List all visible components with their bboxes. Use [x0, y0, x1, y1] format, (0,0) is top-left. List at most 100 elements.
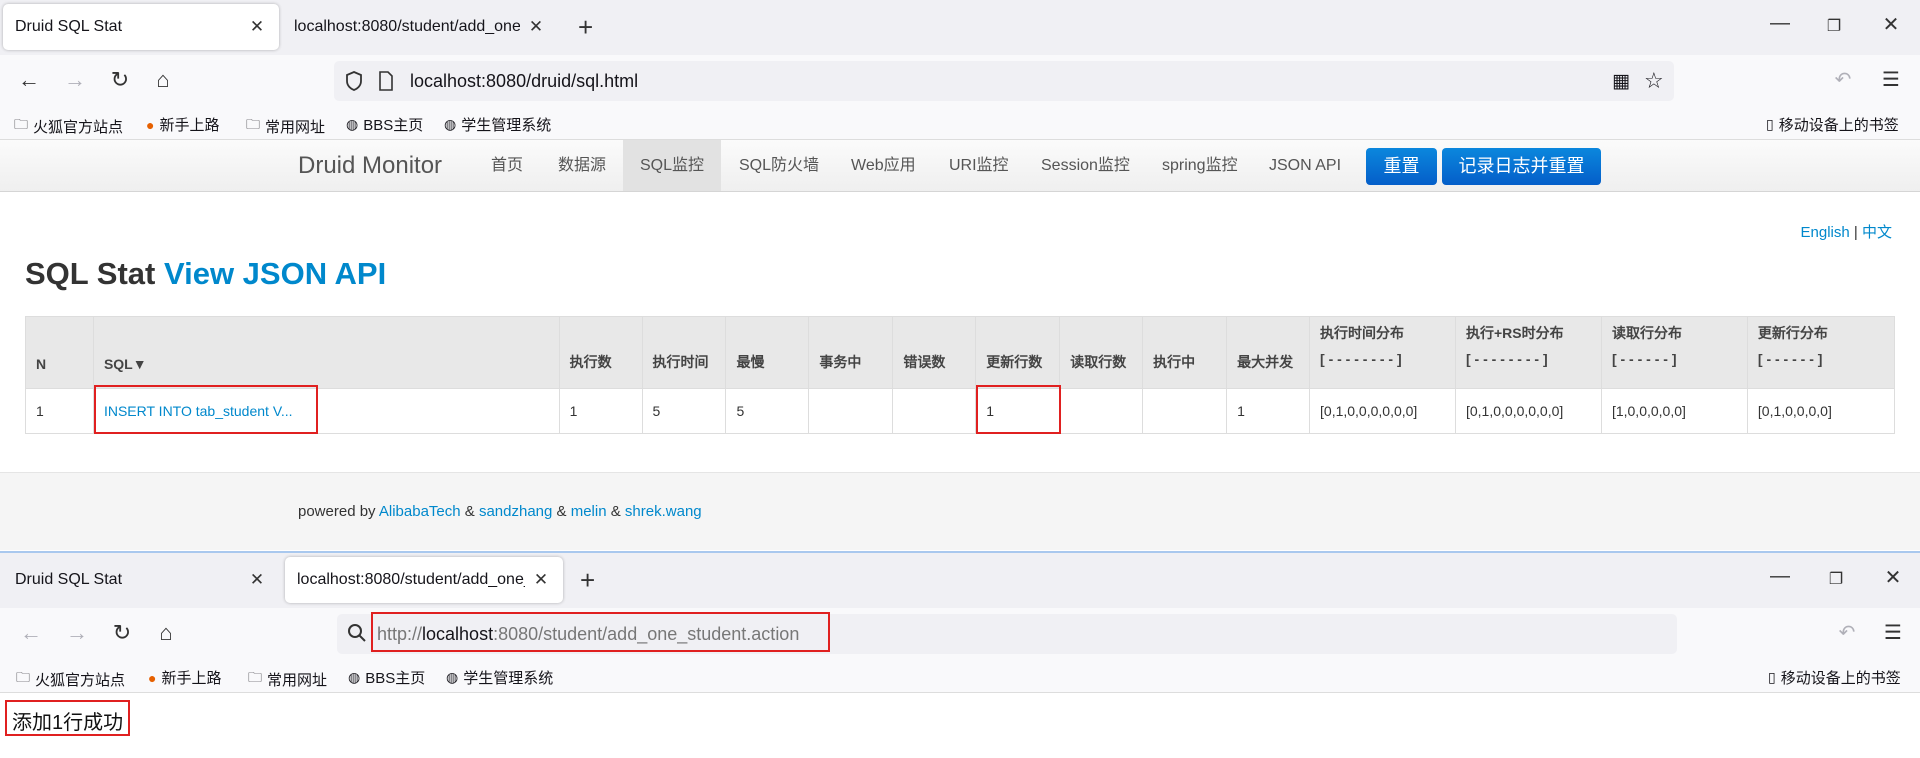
menu-icon[interactable]: ☰ — [1876, 67, 1906, 92]
tab-title: localhost:8080/student/add_one_student.a… — [297, 571, 525, 588]
restore-icon[interactable]: ❐ — [1818, 569, 1854, 589]
highlight-box-sql — [94, 385, 318, 434]
home-icon[interactable]: ⌂ — [148, 67, 178, 93]
close-window-icon[interactable]: ✕ — [1873, 12, 1909, 37]
col-header[interactable]: 最大并发 — [1226, 316, 1310, 389]
druid-navbar: Druid Monitor 首页 数据源 SQL监控 SQL防火墙 Web应用 … — [0, 140, 1920, 192]
footer-link[interactable]: shrek.wang — [625, 503, 702, 520]
nav-spring-monitor[interactable]: spring监控 — [1152, 140, 1248, 191]
new-tab-icon[interactable]: + — [580, 565, 595, 596]
footer-link[interactable]: sandzhang — [479, 503, 552, 520]
col-header-sql[interactable]: SQL▼ — [92, 316, 560, 389]
col-header[interactable]: 执行+RS时分布[ - - - - - - - - ] — [1454, 316, 1602, 389]
tab-strip: Druid SQL Stat ✕ localhost:8080/student/… — [0, 553, 1920, 608]
bookmark-item[interactable]: ◍ BBS主页 — [348, 667, 425, 688]
mobile-bookmarks[interactable]: ▯ 移动设备上的书签 — [1768, 667, 1901, 688]
col-header[interactable]: 执行中 — [1142, 316, 1227, 389]
menu-icon[interactable]: ☰ — [1878, 620, 1908, 645]
bookmark-item[interactable]: ● 新手上路 — [148, 667, 221, 688]
col-header[interactable]: N — [25, 316, 94, 389]
phone-icon: ▯ — [1768, 669, 1776, 685]
tab-add-student[interactable]: localhost:8080/student/add_one_student.a… — [285, 557, 563, 603]
page-title-text: SQL Stat — [25, 256, 156, 291]
col-header[interactable]: 执行数 — [558, 316, 643, 389]
col-header[interactable]: 更新行数 — [975, 316, 1060, 389]
nav-home[interactable]: 首页 — [481, 140, 533, 191]
mobile-bookmarks[interactable]: ▯ 移动设备上的书签 — [1766, 114, 1899, 135]
tab-druid-sql-stat[interactable]: Druid SQL Stat ✕ — [3, 557, 279, 603]
col-header[interactable]: 读取行数 — [1059, 316, 1143, 389]
nav-datasource[interactable]: 数据源 — [548, 140, 616, 191]
table-header-row: N SQL▼ 执行数 执行时间 最慢 事务中 错误数 更新行数 读取行数 执行中… — [25, 316, 1895, 389]
forward-icon[interactable]: → — [60, 67, 90, 93]
forward-icon[interactable]: → — [62, 620, 92, 646]
col-header[interactable]: 更新行分布[ - - - - - - ] — [1746, 316, 1895, 389]
col-header[interactable]: 执行时间分布[ - - - - - - - - ] — [1309, 316, 1456, 389]
view-json-api-link[interactable]: View JSON API — [164, 256, 386, 291]
back-icon[interactable]: ← — [16, 620, 46, 646]
cell — [1059, 388, 1143, 434]
home-icon[interactable]: ⌂ — [151, 620, 181, 646]
highlight-box-url — [371, 612, 830, 652]
footer-text: powered by AlibabaTech & sandzhang & mel… — [298, 503, 702, 520]
cell — [808, 388, 893, 434]
page-icon — [378, 71, 394, 91]
close-icon[interactable]: ✕ — [531, 570, 551, 590]
nav-sql-monitor[interactable]: SQL监控 — [623, 140, 722, 191]
col-header[interactable]: 读取行分布[ - - - - - - ] — [1600, 316, 1748, 389]
reload-icon[interactable]: ↻ — [105, 67, 135, 93]
nav-session-monitor[interactable]: Session监控 — [1031, 140, 1140, 191]
tab-add-student[interactable]: localhost:8080/student/add_one_student.a… — [282, 4, 558, 50]
nav-web-app[interactable]: Web应用 — [841, 140, 926, 191]
new-tab-icon[interactable]: + — [578, 12, 593, 43]
restore-icon[interactable]: ❐ — [1816, 16, 1852, 36]
col-header[interactable]: 错误数 — [892, 316, 976, 389]
close-icon[interactable]: ✕ — [526, 17, 546, 37]
nav-sql-firewall[interactable]: SQL防火墙 — [729, 140, 829, 191]
bookmark-item[interactable]: 🗀 火狐官方站点 — [14, 114, 123, 138]
footer-link[interactable]: melin — [571, 503, 607, 520]
reload-icon[interactable]: ↻ — [107, 620, 137, 646]
bookmark-item[interactable]: ◍ 学生管理系统 — [444, 114, 551, 135]
col-header[interactable]: 执行时间 — [641, 316, 726, 389]
cell — [1142, 388, 1227, 434]
cell: 5 — [725, 388, 809, 434]
minimize-icon[interactable]: — — [1762, 12, 1798, 35]
highlight-box-message — [5, 700, 130, 736]
undo-icon[interactable]: ↶ — [1828, 67, 1858, 92]
qr-code-icon[interactable]: ▦ — [1612, 70, 1630, 93]
lang-separator: | — [1853, 224, 1858, 241]
reset-button[interactable]: 重置 — [1366, 148, 1437, 185]
bookmark-item[interactable]: ● 新手上路 — [146, 114, 219, 135]
bookmark-item[interactable]: ◍ BBS主页 — [346, 114, 423, 135]
close-window-icon[interactable]: ✕ — [1875, 565, 1911, 590]
folder-icon: 🗀 — [248, 669, 262, 685]
bookmark-item[interactable]: 🗀 常用网址 — [248, 667, 327, 691]
close-icon[interactable]: ✕ — [247, 570, 267, 590]
url-text: localhost:8080/druid/sql.html — [410, 70, 639, 91]
col-header[interactable]: 事务中 — [808, 316, 893, 389]
close-icon[interactable]: ✕ — [247, 17, 267, 37]
nav-json-api[interactable]: JSON API — [1259, 140, 1351, 191]
log-and-reset-button[interactable]: 记录日志并重置 — [1442, 148, 1601, 185]
footer-link[interactable]: AlibabaTech — [379, 503, 461, 520]
tab-title: Druid SQL Stat — [15, 18, 123, 35]
minimize-icon[interactable]: — — [1762, 565, 1798, 588]
folder-icon: 🗀 — [14, 116, 28, 132]
bookmark-item[interactable]: 🗀 常用网址 — [246, 114, 325, 138]
bookmark-star-icon[interactable]: ☆ — [1644, 68, 1664, 94]
brand[interactable]: Druid Monitor — [298, 152, 442, 180]
search-icon — [347, 623, 367, 643]
undo-icon[interactable]: ↶ — [1832, 620, 1862, 645]
back-icon[interactable]: ← — [14, 67, 44, 93]
col-header[interactable]: 最慢 — [725, 316, 809, 389]
bookmark-item[interactable]: ◍ 学生管理系统 — [446, 667, 553, 688]
lang-english[interactable]: English — [1801, 224, 1850, 241]
address-bar[interactable]: localhost:8080/druid/sql.html ▦ ☆ — [334, 61, 1674, 101]
bookmark-item[interactable]: 🗀 火狐官方站点 — [16, 667, 125, 691]
nav-uri-monitor[interactable]: URI监控 — [939, 140, 1019, 191]
lang-chinese[interactable]: 中文 — [1862, 224, 1892, 241]
cell: 1 — [558, 388, 643, 434]
tab-druid-sql-stat[interactable]: Druid SQL Stat ✕ — [3, 4, 279, 50]
phone-icon: ▯ — [1766, 116, 1774, 132]
